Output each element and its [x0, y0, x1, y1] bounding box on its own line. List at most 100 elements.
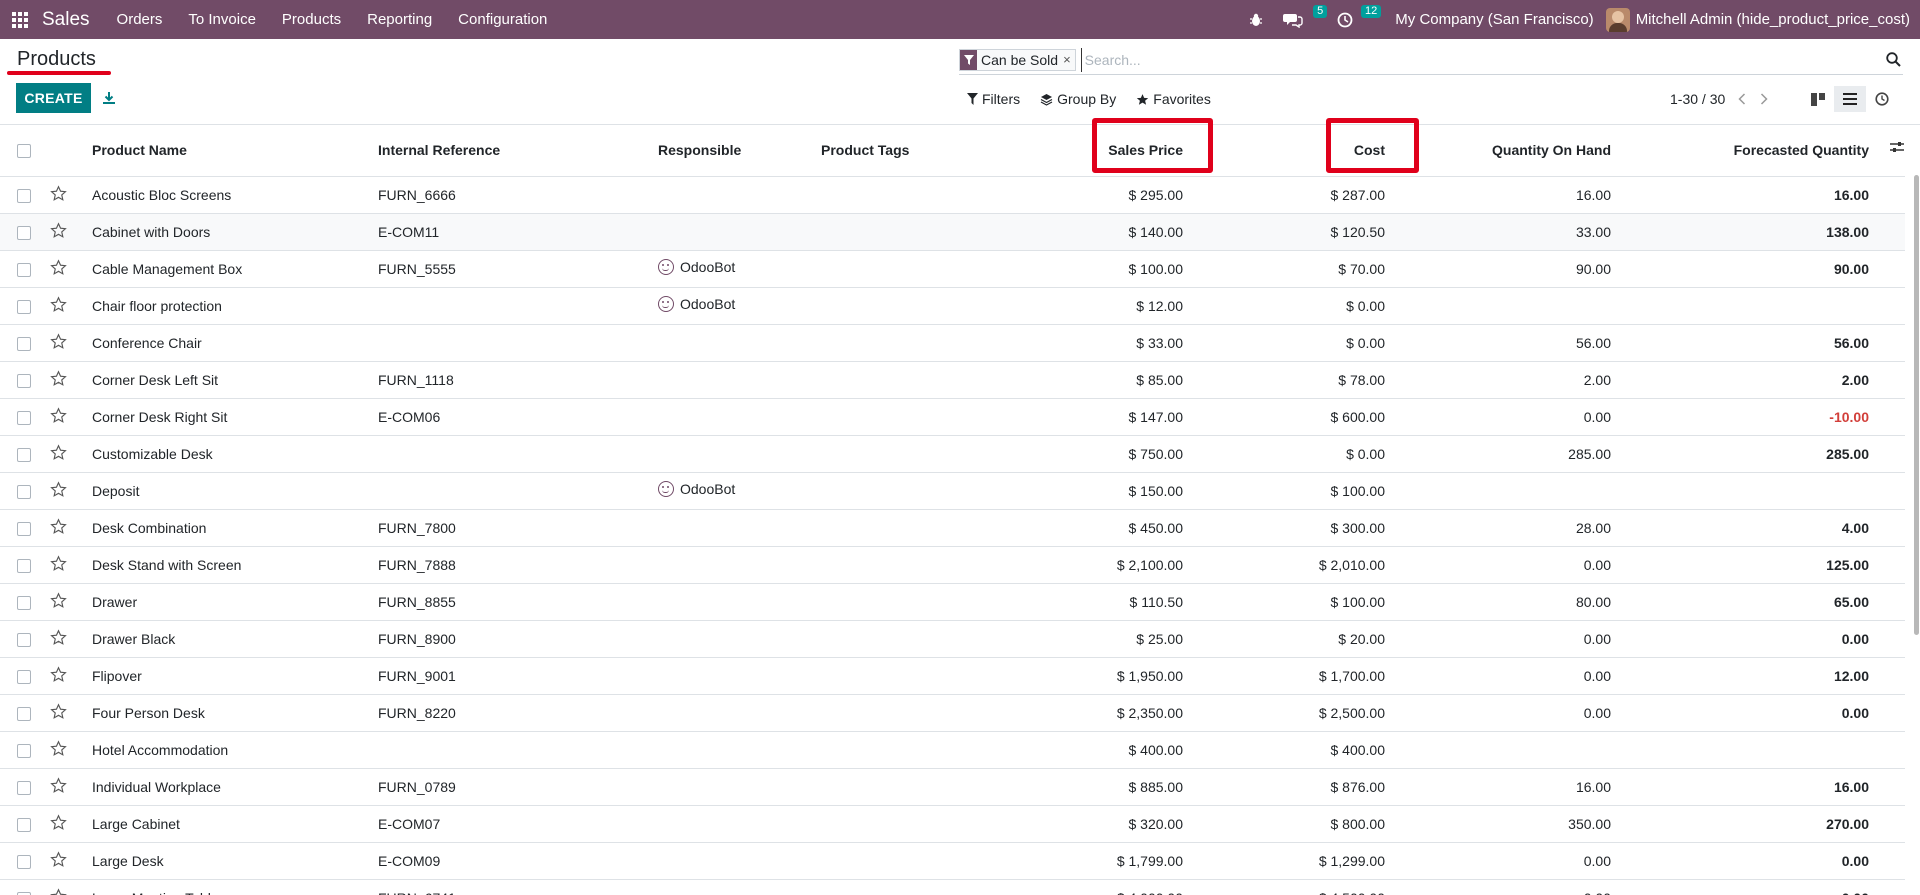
responsible[interactable]	[658, 805, 821, 843]
column-internal-reference[interactable]: Internal Reference	[378, 125, 658, 177]
groupby-button[interactable]: Group By	[1040, 91, 1116, 107]
cost[interactable]: $ 1,299.00	[1189, 842, 1391, 880]
column-cost[interactable]: Cost	[1189, 125, 1391, 177]
favorite-star-icon[interactable]	[50, 184, 67, 205]
sales-price[interactable]: $ 147.00	[971, 398, 1189, 436]
menu-orders[interactable]: Orders	[104, 0, 176, 39]
forecasted-quantity[interactable]: 16.00	[1617, 176, 1875, 214]
table-row[interactable]: Four Person Desk FURN_8220 $ 2,350.00 $ 2,5…	[0, 694, 1905, 732]
product-name[interactable]: Flipover	[92, 657, 378, 695]
row-checkbox[interactable]	[17, 447, 31, 462]
sales-price[interactable]: $ 85.00	[971, 361, 1189, 399]
quantity-on-hand[interactable]: 350.00	[1391, 805, 1617, 843]
sales-price[interactable]: $ 110.50	[971, 583, 1189, 621]
sales-price[interactable]: $ 320.00	[971, 805, 1189, 843]
forecasted-quantity[interactable]: 12.00	[1617, 657, 1875, 695]
quantity-on-hand[interactable]: 56.00	[1391, 324, 1617, 362]
favorite-star-icon[interactable]	[50, 369, 67, 390]
product-tags[interactable]	[821, 287, 971, 325]
table-row[interactable]: Drawer FURN_8855 $ 110.50 $ 100.00 80.00 65.0…	[0, 583, 1905, 621]
pager-value[interactable]: 1-30 / 30	[1670, 91, 1725, 107]
product-name[interactable]: Desk Stand with Screen	[92, 546, 378, 584]
create-button[interactable]: CREATE	[16, 83, 91, 113]
responsible[interactable]	[658, 768, 821, 806]
product-name[interactable]: Cable Management Box	[92, 250, 378, 288]
internal-reference[interactable]: E-COM06	[378, 398, 658, 436]
quantity-on-hand[interactable]: 285.00	[1391, 435, 1617, 473]
row-checkbox[interactable]	[17, 817, 31, 832]
quantity-on-hand[interactable]: 90.00	[1391, 250, 1617, 288]
product-tags[interactable]	[821, 657, 971, 695]
favorite-star-icon[interactable]	[50, 850, 67, 871]
responsible[interactable]	[658, 620, 821, 658]
responsible[interactable]	[658, 509, 821, 547]
table-row[interactable]: Chair floor protection OdooBot $ 12.00 $ 0.…	[0, 287, 1905, 325]
quantity-on-hand[interactable]: 80.00	[1391, 583, 1617, 621]
download-icon[interactable]	[99, 87, 119, 109]
internal-reference[interactable]: FURN_7888	[378, 546, 658, 584]
pager-previous-icon[interactable]	[1731, 89, 1753, 109]
apps-menu-icon[interactable]	[0, 0, 40, 39]
row-checkbox[interactable]	[17, 373, 31, 388]
internal-reference[interactable]: FURN_8220	[378, 694, 658, 732]
row-checkbox[interactable]	[17, 780, 31, 795]
forecasted-quantity[interactable]: 2.00	[1617, 361, 1875, 399]
sales-price[interactable]: $ 150.00	[971, 472, 1189, 510]
internal-reference[interactable]: FURN_8855	[378, 583, 658, 621]
row-checkbox[interactable]	[17, 706, 31, 721]
table-row[interactable]: Cabinet with Doors E-COM11 $ 140.00 $ 120.5…	[0, 213, 1905, 251]
cost[interactable]: $ 0.00	[1189, 324, 1391, 362]
internal-reference[interactable]: FURN_9001	[378, 657, 658, 695]
quantity-on-hand[interactable]: 0.00	[1391, 842, 1617, 880]
internal-reference[interactable]: FURN_7800	[378, 509, 658, 547]
cost[interactable]: $ 0.00	[1189, 435, 1391, 473]
kanban-view-icon[interactable]	[1802, 86, 1834, 112]
user-menu[interactable]: Mitchell Admin (hide_product_price_cost)	[1605, 7, 1920, 32]
table-row[interactable]: Desk Combination FURN_7800 $ 450.00 $ 300.0…	[0, 509, 1905, 547]
favorite-star-icon[interactable]	[50, 702, 67, 723]
favorites-button[interactable]: Favorites	[1136, 91, 1211, 107]
internal-reference[interactable]	[378, 287, 658, 325]
search-input[interactable]	[1080, 47, 1841, 72]
responsible[interactable]	[658, 583, 821, 621]
product-tags[interactable]	[821, 213, 971, 251]
table-row[interactable]: Customizable Desk $ 750.00 $ 0.00 285.00 285…	[0, 435, 1905, 473]
favorite-star-icon[interactable]	[50, 258, 67, 279]
product-name[interactable]: Four Person Desk	[92, 694, 378, 732]
row-checkbox[interactable]	[17, 743, 31, 758]
favorite-star-icon[interactable]	[50, 591, 67, 612]
quantity-on-hand[interactable]: 16.00	[1391, 768, 1617, 806]
product-tags[interactable]	[821, 768, 971, 806]
product-name[interactable]: Desk Combination	[92, 509, 378, 547]
sales-price[interactable]: $ 885.00	[971, 768, 1189, 806]
favorite-star-icon[interactable]	[50, 887, 67, 895]
quantity-on-hand[interactable]	[1391, 287, 1617, 325]
forecasted-quantity[interactable]	[1617, 472, 1875, 510]
table-row[interactable]: Conference Chair $ 33.00 $ 0.00 56.00 56.00	[0, 324, 1905, 362]
cost[interactable]: $ 2,010.00	[1189, 546, 1391, 584]
product-tags[interactable]	[821, 620, 971, 658]
cost[interactable]: $ 1,700.00	[1189, 657, 1391, 695]
table-row[interactable]: Individual Workplace FURN_0789 $ 885.00 $ 8…	[0, 768, 1905, 806]
product-name[interactable]: Hotel Accommodation	[92, 731, 378, 769]
sales-price[interactable]: $ 400.00	[971, 731, 1189, 769]
debug-bug-icon[interactable]	[1239, 0, 1273, 39]
product-tags[interactable]	[821, 324, 971, 362]
cost[interactable]: $ 300.00	[1189, 509, 1391, 547]
cost[interactable]: $ 100.00	[1189, 583, 1391, 621]
internal-reference[interactable]	[378, 472, 658, 510]
favorite-star-icon[interactable]	[50, 628, 67, 649]
cost[interactable]: $ 2,500.00	[1189, 694, 1391, 732]
responsible[interactable]	[658, 694, 821, 732]
favorite-star-icon[interactable]	[50, 406, 67, 427]
table-row[interactable]: Drawer Black FURN_8900 $ 25.00 $ 20.00 0.00 0…	[0, 620, 1905, 658]
product-name[interactable]: Drawer	[92, 583, 378, 621]
responsible[interactable]	[658, 398, 821, 436]
product-tags[interactable]	[821, 509, 971, 547]
responsible[interactable]	[658, 213, 821, 251]
responsible[interactable]	[658, 546, 821, 584]
table-row[interactable]: Acoustic Bloc Screens FURN_6666 $ 295.00 $ …	[0, 176, 1905, 214]
sales-price[interactable]: $ 12.00	[971, 287, 1189, 325]
favorite-star-icon[interactable]	[50, 554, 67, 575]
company-switcher[interactable]: My Company (San Francisco)	[1381, 11, 1605, 28]
